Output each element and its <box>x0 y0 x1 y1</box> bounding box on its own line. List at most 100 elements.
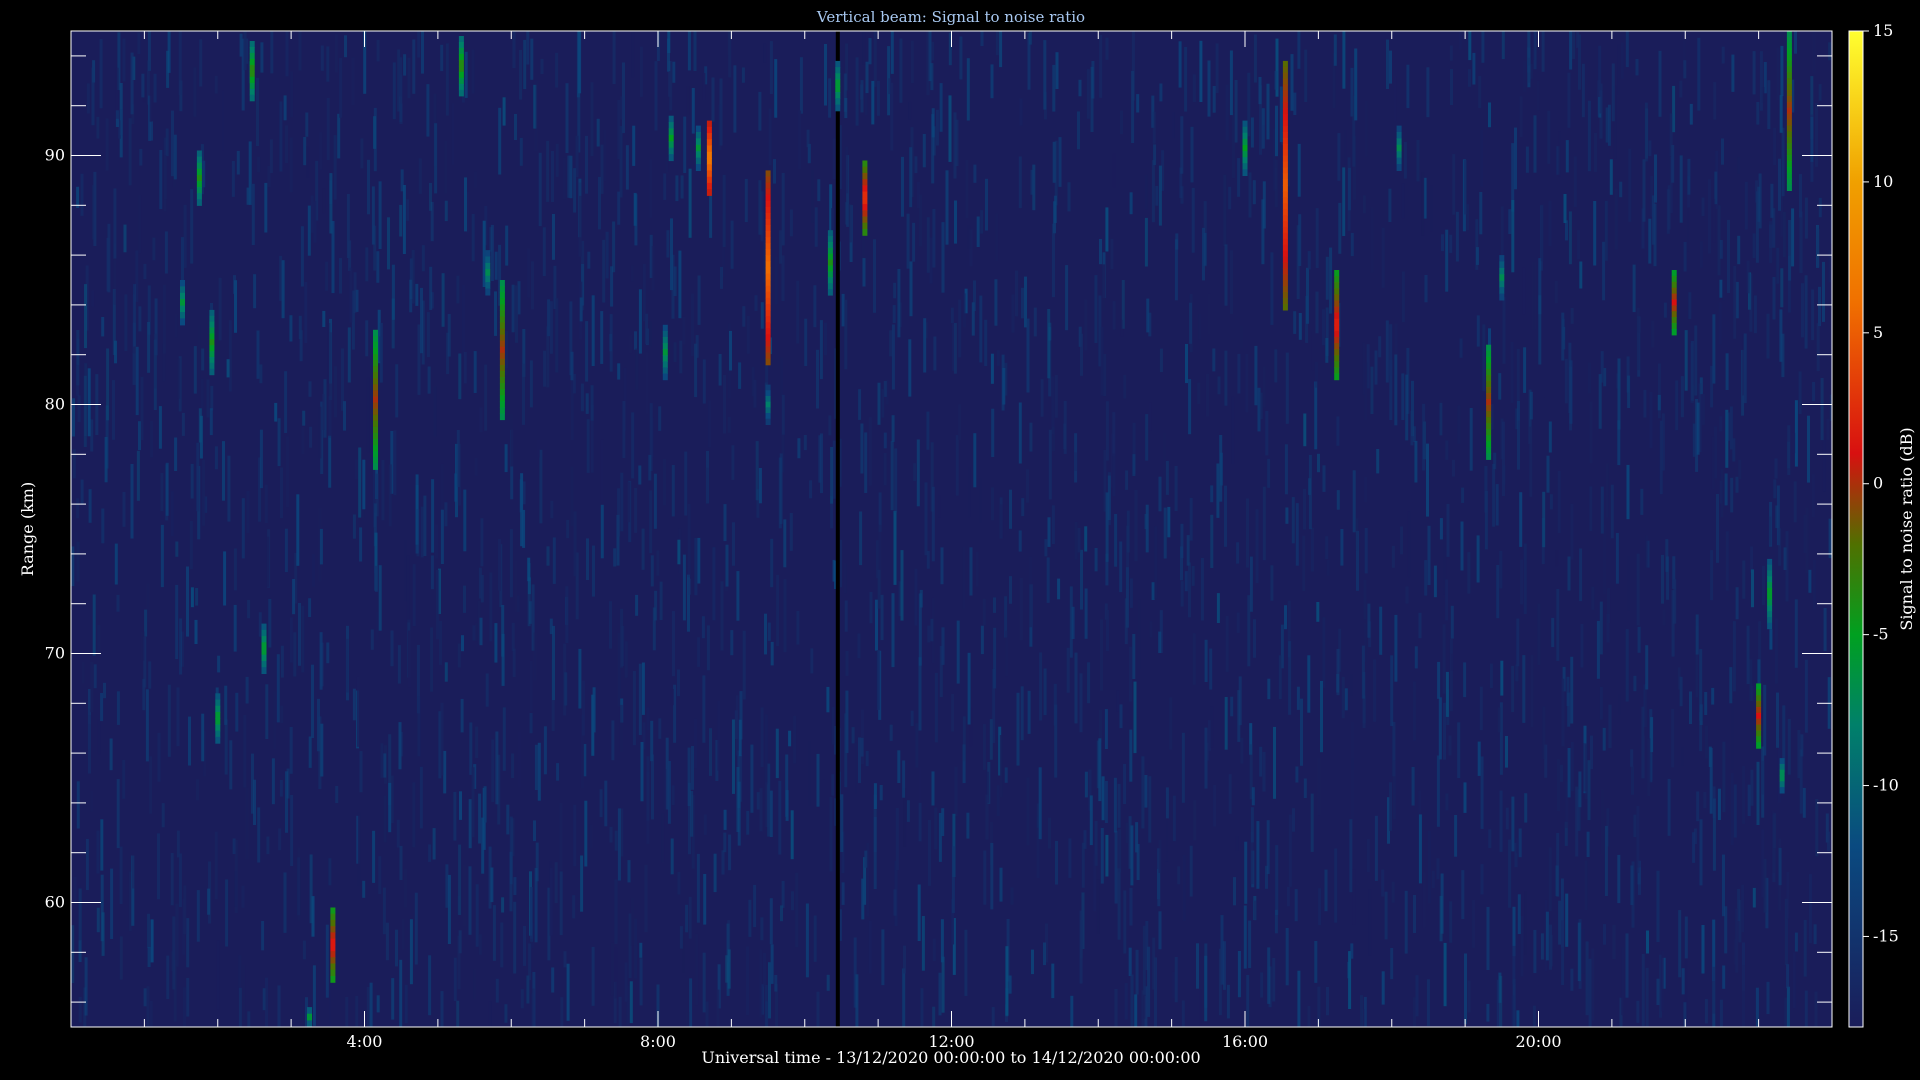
noise-cell <box>264 182 268 233</box>
noise-cell <box>910 710 914 727</box>
echo-segment <box>1242 132 1248 140</box>
echo-segment <box>765 225 771 232</box>
noise-cell <box>1733 784 1737 838</box>
noise-cell <box>1457 722 1461 779</box>
noise-cell <box>1648 218 1652 264</box>
noise-cell <box>549 301 553 354</box>
noise-cell <box>563 951 567 968</box>
noise-cell <box>1511 796 1515 852</box>
noise-cell <box>270 31 274 74</box>
echo-segment <box>827 283 833 290</box>
noise-cell <box>1004 767 1008 783</box>
noise-cell <box>1137 599 1141 669</box>
noise-cell <box>333 135 337 200</box>
echo-segment <box>827 236 833 243</box>
noise-cell <box>313 201 317 243</box>
noise-cell <box>906 800 910 822</box>
noise-cell <box>1284 605 1287 630</box>
echo-segment <box>1786 160 1792 168</box>
noise-cell <box>116 779 120 849</box>
noise-cell <box>1394 354 1398 426</box>
noise-cell <box>1778 158 1781 211</box>
echo-segment <box>1282 256 1288 263</box>
noise-cell <box>210 385 214 411</box>
echo-segment <box>1486 435 1492 442</box>
noise-cell <box>1266 83 1270 140</box>
noise-cell <box>178 31 182 95</box>
noise-cell <box>742 630 746 700</box>
noise-cell <box>1180 116 1184 174</box>
noise-cell <box>614 879 618 944</box>
echo-segment <box>1282 96 1288 103</box>
noise-cell <box>1591 586 1595 610</box>
noise-cell <box>683 116 687 173</box>
noise-cell <box>1572 31 1576 60</box>
echo-segment <box>485 282 491 290</box>
noise-cell <box>586 538 589 580</box>
echo-segment <box>662 343 668 350</box>
noise-cell <box>600 144 604 194</box>
noise-cell <box>619 704 623 753</box>
noise-cell <box>463 489 467 552</box>
noise-cell <box>1722 741 1726 813</box>
noise-cell <box>1501 31 1505 60</box>
noise-cell <box>916 439 920 507</box>
noise-cell <box>289 315 293 342</box>
noise-cell <box>1680 746 1684 766</box>
echo-segment <box>765 219 771 226</box>
noise-cell <box>320 723 324 777</box>
noise-cell <box>1750 685 1754 702</box>
noise-cell <box>1450 69 1453 105</box>
noise-cell <box>1735 476 1739 493</box>
noise-cell <box>1604 825 1608 896</box>
noise-cell <box>1152 111 1156 144</box>
noise-cell <box>964 929 968 996</box>
noise-cell <box>1308 454 1312 530</box>
noise-cell <box>1324 869 1328 912</box>
noise-cell <box>1314 362 1318 388</box>
noise-cell <box>1112 453 1116 497</box>
noise-cell <box>491 739 495 802</box>
noise-cell <box>1133 681 1137 754</box>
noise-cell <box>170 491 174 537</box>
noise-cell <box>1459 338 1463 358</box>
noise-cell <box>190 463 194 499</box>
echo-segment <box>765 261 771 269</box>
noise-cell <box>634 918 638 979</box>
noise-cell <box>1352 869 1356 925</box>
noise-cell <box>518 731 521 788</box>
noise-cell <box>228 320 232 392</box>
noise-cell <box>325 261 329 291</box>
noise-cell <box>406 199 410 221</box>
noise-cell <box>828 415 832 436</box>
noise-cell <box>610 266 614 307</box>
noise-cell <box>1311 330 1315 371</box>
noise-cell <box>868 417 872 486</box>
noise-cell <box>999 867 1003 902</box>
noise-cell <box>146 986 150 1027</box>
noise-cell <box>175 541 179 557</box>
noise-cell <box>1480 756 1484 829</box>
echo-segment <box>209 327 215 334</box>
noise-cell <box>440 702 444 776</box>
noise-cell <box>1625 31 1629 68</box>
noise-cell <box>1625 629 1629 702</box>
noise-cell <box>1781 127 1785 197</box>
noise-cell <box>1226 984 1230 1019</box>
noise-cell <box>511 753 515 778</box>
echo-segment <box>1334 276 1340 283</box>
noise-cell <box>819 320 823 380</box>
noise-cell <box>329 180 333 205</box>
colorbar-tick-label: -10 <box>1873 776 1899 795</box>
noise-cell <box>1804 659 1808 733</box>
noise-cell <box>1804 990 1808 1027</box>
echo-segment <box>765 340 771 348</box>
echo-segment <box>1334 306 1340 314</box>
noise-cell <box>475 884 479 947</box>
echo-segment <box>307 1007 312 1015</box>
echo-segment <box>499 364 505 372</box>
noise-cell <box>445 864 449 908</box>
noise-cell <box>96 830 100 874</box>
noise-cell <box>356 676 360 747</box>
noise-cell <box>458 844 462 915</box>
